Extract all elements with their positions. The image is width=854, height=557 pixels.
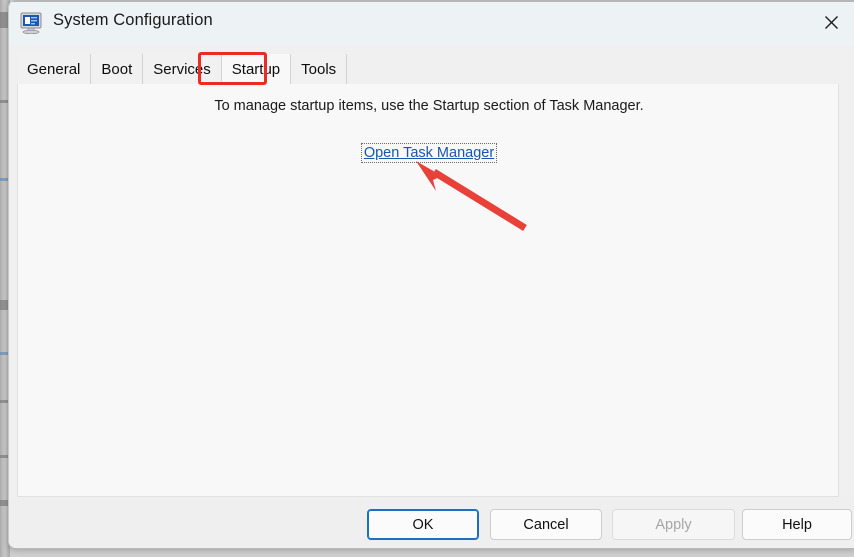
tab-services[interactable]: Services — [143, 54, 222, 85]
tab-strip: General Boot Services Startup Tools — [9, 45, 854, 85]
cancel-button-label: Cancel — [523, 516, 569, 533]
tab-general[interactable]: General — [17, 54, 92, 85]
close-icon — [824, 16, 838, 29]
apply-button: Apply — [612, 509, 735, 540]
help-button[interactable]: Help — [742, 509, 852, 540]
tab-startup[interactable]: Startup — [221, 54, 292, 85]
tab-services-label: Services — [153, 61, 211, 78]
startup-tab-panel: To manage startup items, use the Startup… — [17, 84, 839, 497]
dialog-footer: OK Cancel Apply Help — [9, 497, 854, 548]
system-configuration-dialog: System Configuration General Boot Servic… — [8, 0, 854, 549]
tab-tools[interactable]: Tools — [291, 54, 348, 85]
screenshot-root: System Configuration General Boot Servic… — [0, 0, 854, 557]
close-button[interactable] — [807, 0, 854, 45]
cancel-button[interactable]: Cancel — [490, 509, 602, 540]
startup-info-text: To manage startup items, use the Startup… — [214, 98, 644, 114]
ok-button[interactable]: OK — [367, 509, 479, 540]
titlebar-top-accent — [9, 0, 854, 2]
computer-monitor-icon — [20, 12, 44, 35]
title-bar: System Configuration — [9, 0, 854, 45]
window-title: System Configuration — [53, 11, 213, 29]
open-task-manager-link[interactable]: Open Task Manager — [360, 143, 498, 163]
apply-button-label: Apply — [655, 516, 692, 533]
tab-boot[interactable]: Boot — [91, 54, 144, 85]
tab-tools-label: Tools — [301, 61, 337, 78]
help-button-label: Help — [782, 516, 812, 533]
tab-startup-label: Startup — [231, 61, 281, 78]
open-task-manager-link-wrapper: Open Task Manager — [18, 143, 840, 163]
ok-button-label: OK — [412, 516, 434, 533]
tab-list: General Boot Services Startup Tools — [17, 54, 348, 85]
tab-general-label: General — [27, 61, 81, 78]
tab-boot-label: Boot — [101, 61, 133, 78]
